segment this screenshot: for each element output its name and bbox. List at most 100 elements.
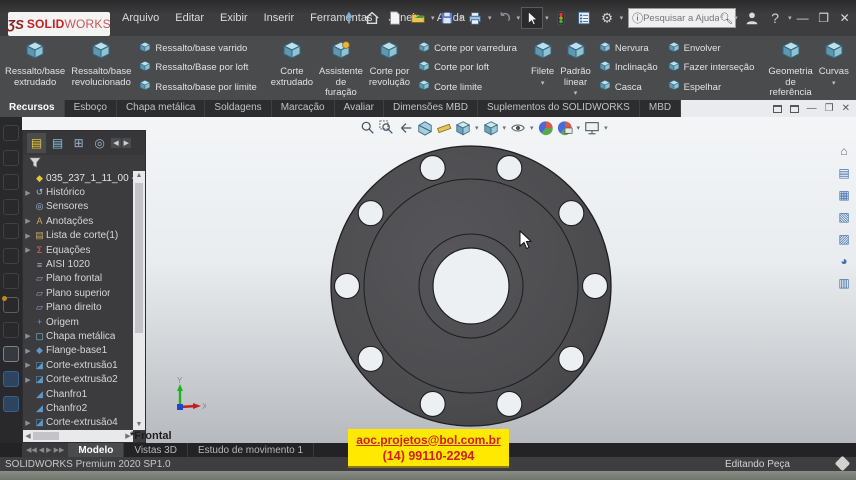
doc-restore-icon[interactable]: ❐	[825, 104, 834, 114]
options-gear-icon-caret[interactable]: ▾	[620, 14, 624, 22]
undo-icon-caret[interactable]: ▾	[517, 14, 521, 22]
app-minimize-icon[interactable]: —	[793, 7, 813, 29]
help-button[interactable]: ?	[764, 7, 786, 29]
panel-tabs-left-arrow[interactable]: ◀	[111, 138, 120, 148]
tab-recursos[interactable]: Recursos	[0, 100, 65, 117]
tree-item-chapa-met-lica[interactable]: ▶▢Chapa metálica	[23, 329, 134, 343]
tree-item-plano-frontal[interactable]: ▱Plano frontal	[23, 272, 134, 286]
open-file-icon-caret[interactable]: ▾	[431, 14, 435, 22]
save-icon-caret[interactable]: ▾	[460, 14, 464, 22]
section-view-icon[interactable]	[417, 120, 433, 136]
expand-arrow[interactable]: ▶	[23, 332, 33, 340]
bottom-tab-modelo[interactable]: Modelo	[68, 443, 124, 457]
open-file-icon[interactable]	[407, 7, 429, 29]
tab-suplementos-do-solidworks[interactable]: Suplementos do SOLIDWORKS	[478, 100, 640, 117]
rebuild-traffic-light-icon[interactable]	[550, 7, 572, 29]
custom-properties-icon[interactable]: ▥	[836, 275, 852, 290]
tab-esbo-o[interactable]: Esboço	[65, 100, 117, 117]
view-orientation-icon-caret[interactable]: ▾	[475, 124, 479, 132]
ribbon-button-fazer-interse-o[interactable]: Fazer interseção	[665, 59, 758, 77]
expand-arrow[interactable]: ▶	[23, 347, 33, 355]
apply-scene-icon-caret[interactable]: ▾	[577, 124, 581, 132]
tree-item-aisi-1020[interactable]: ≡AISI 1020	[23, 257, 134, 271]
ribbon-button-geometria-de-refer-ncia[interactable]: Geometria de referência▾	[765, 38, 815, 98]
file-explorer-icon[interactable]: ▧	[836, 209, 852, 224]
menu-editar[interactable]: Editar	[167, 8, 212, 28]
tab-nav-arrow[interactable]: ▶	[46, 446, 51, 454]
ribbon-button-corte-extrudado[interactable]: Corte extrudado	[268, 38, 316, 98]
tree-vertical-scrollbar[interactable]: ▲▼	[133, 171, 145, 430]
doc-window-icon-2[interactable]	[790, 105, 799, 113]
tab-marca-o[interactable]: Marcação	[272, 100, 335, 117]
tab-nav-arrow[interactable]: ◀	[39, 446, 44, 454]
hide-show-items-icon[interactable]	[510, 120, 526, 136]
ribbon-button-ressalto-base-varrido[interactable]: Ressalto/base varrido	[136, 40, 259, 58]
home-icon[interactable]: ⌂	[836, 143, 852, 158]
design-library-icon[interactable]: ▦	[836, 187, 852, 202]
expand-arrow[interactable]: ▶	[23, 361, 33, 369]
tree-item-sensores[interactable]: ◎Sensores	[23, 200, 134, 214]
dimxpertmanager-tab[interactable]: ◎	[90, 133, 109, 153]
menu-exibir[interactable]: Exibir	[212, 8, 256, 28]
view-palette-icon[interactable]: ▨	[836, 231, 852, 246]
ribbon-button-corte-limite[interactable]: Corte limite	[415, 78, 520, 96]
expand-arrow[interactable]: ▶	[23, 419, 33, 427]
tab-chapa-met-lica[interactable]: Chapa metálica	[117, 100, 205, 117]
print-icon[interactable]	[464, 7, 486, 29]
propertymanager-tab[interactable]: ▤	[48, 133, 67, 153]
ribbon-button-ressalto-base-por-loft[interactable]: Ressalto/Base por loft	[136, 59, 259, 77]
help-caret[interactable]: ▾	[788, 14, 792, 22]
apply-scene-icon[interactable]	[557, 120, 573, 136]
featuremanager-tab[interactable]: ▤	[27, 133, 46, 153]
zoom-to-fit-icon[interactable]	[360, 120, 376, 136]
ribbon-button-corte-por-revolu-o[interactable]: Corte por revolução	[366, 38, 413, 98]
tab-nav-arrow[interactable]: ▶▶	[54, 446, 65, 454]
tree-item-corte-extrus-o1[interactable]: ▶◪Corte-extrusão1	[23, 358, 134, 372]
ribbon-button-ressalto-base-por-limite[interactable]: Ressalto/base por limite	[136, 78, 259, 96]
ribbon-button-ressalto-base-extrudado[interactable]: Ressalto/base extrudado	[2, 38, 68, 98]
ribbon-button-ressalto-base-revolucionado[interactable]: Ressalto/base revolucionado	[68, 38, 134, 98]
doc-close-icon[interactable]: ✕	[842, 104, 850, 114]
ribbon-button-inclina-o[interactable]: Inclinação	[596, 59, 661, 77]
view-settings-icon-caret[interactable]: ▾	[604, 124, 608, 132]
doc-minimize-icon[interactable]: —	[807, 104, 817, 114]
ribbon-button-envolver[interactable]: Envolver	[665, 40, 758, 58]
tab-avaliar[interactable]: Avaliar	[335, 100, 384, 117]
doc-window-icon[interactable]	[773, 105, 782, 113]
tree-item-chanfro2[interactable]: ◢Chanfro2	[23, 401, 134, 415]
tab-mbd[interactable]: MBD	[640, 100, 681, 117]
select-arrow-icon[interactable]	[521, 7, 543, 29]
new-file-icon[interactable]	[384, 7, 406, 29]
select-arrow-icon-caret[interactable]: ▾	[545, 14, 549, 22]
file-properties-icon[interactable]	[573, 7, 595, 29]
tree-item-plano-superior[interactable]: ▱Plano superior	[23, 286, 134, 300]
tree-root-item[interactable]: ◆035_237_1_11_00 - Supor	[23, 171, 134, 185]
pin-icon[interactable]	[338, 7, 360, 29]
bottom-tab-vistas-3d[interactable]: Vistas 3D	[124, 443, 188, 457]
menu-arquivo[interactable]: Arquivo	[114, 8, 167, 28]
display-style-icon[interactable]	[483, 120, 499, 136]
appearances-icon[interactable]: ◕	[836, 253, 852, 268]
tree-item-corte-extrus-o2[interactable]: ▶◪Corte-extrusão2	[23, 372, 134, 386]
tree-item-plano-direito[interactable]: ▱Plano direito	[23, 301, 134, 315]
tree-item-corte-extrus-o4[interactable]: ▶◪Corte-extrusão4	[23, 416, 134, 430]
tree-item-hist-rico[interactable]: ▶↺Histórico	[23, 185, 134, 199]
ribbon-button-curvas[interactable]: Curvas▾	[816, 38, 852, 98]
bottom-tab-estudo-de-movimento-1[interactable]: Estudo de movimento 1	[188, 443, 314, 457]
tab-nav-arrow[interactable]: ◀◀	[26, 446, 37, 454]
tree-item-lista-de-corte-1-[interactable]: ▶▤Lista de corte(1)	[23, 229, 134, 243]
panel-tabs-right-arrow[interactable]: ▶	[122, 138, 131, 148]
ribbon-button-espelhar[interactable]: Espelhar	[665, 78, 758, 96]
tag-icon[interactable]	[835, 456, 851, 472]
expand-arrow[interactable]: ▶	[23, 217, 33, 225]
tree-item-flange-base1[interactable]: ▶◆Flange-base1	[23, 344, 134, 358]
edit-appearance-icon[interactable]	[538, 120, 554, 136]
ribbon-button-corte-por-varredura[interactable]: Corte por varredura	[415, 40, 520, 58]
ribbon-button-assistente-de-fura-o[interactable]: Assistente de furação▾	[316, 38, 366, 98]
tree-item-anota-es[interactable]: ▶AAnotações	[23, 214, 134, 228]
banner-email[interactable]: aoc.projetos@bol.com.br	[356, 433, 500, 447]
home-icon[interactable]	[361, 7, 383, 29]
ribbon-button-casca[interactable]: Casca	[596, 78, 661, 96]
tab-dimens-es-mbd[interactable]: Dimensões MBD	[384, 100, 478, 117]
measure-icon[interactable]	[436, 120, 452, 136]
